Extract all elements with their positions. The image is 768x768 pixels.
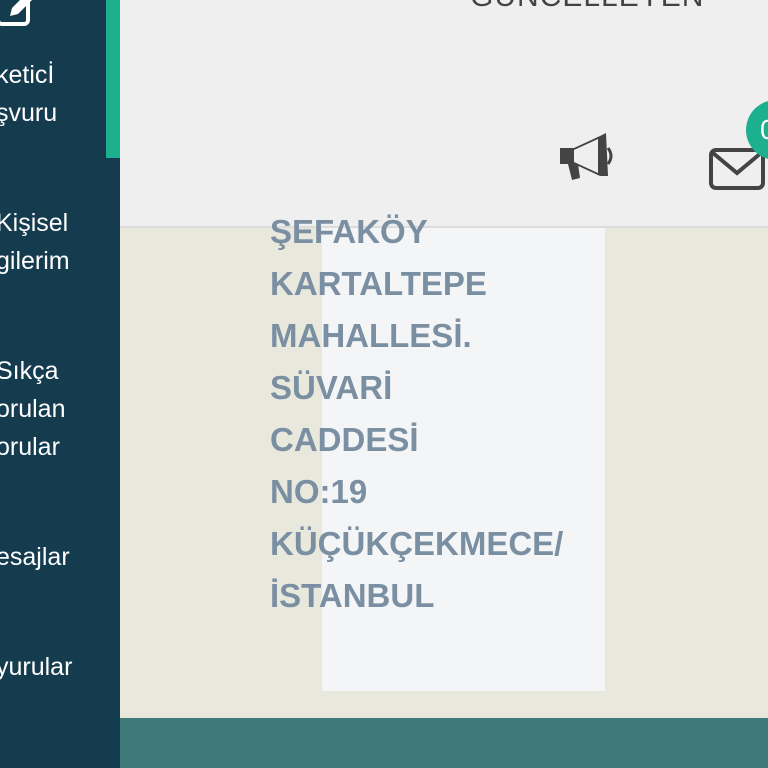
sidebar-item-label: yurular (0, 653, 73, 681)
sidebar-item-personal-info[interactable]: Kişisel gilerim (0, 204, 70, 280)
address-line: İSTANBUL (270, 577, 435, 614)
address-line: KÜÇÜKÇEKMECE/ (270, 525, 564, 562)
address-line: MAHALLESİ. (270, 317, 472, 354)
address-line: NO:19 (270, 473, 368, 510)
megaphone-icon[interactable] (556, 130, 616, 186)
address-line: CADDESİ (270, 421, 419, 458)
address-line: KARTALTEPE (270, 265, 487, 302)
address-line: SÜVARİ (270, 369, 393, 406)
sidebar-item-label: gilerim (0, 247, 70, 275)
sidebar-item-label: orular (0, 433, 60, 461)
sidebar-item-label: şvuru (0, 99, 58, 127)
sidebar-item-messages[interactable]: esajlar (0, 538, 70, 576)
sidebar-item-label: esajlar (0, 543, 70, 571)
page-title: GÜNCELLEYEN (470, 0, 704, 14)
sidebar-item-label: Sıkça (0, 357, 59, 385)
sidebar-item-label: Kişisel (0, 209, 69, 237)
active-indicator (106, 0, 120, 158)
sidebar-item-consumer-application[interactable]: keticİ şvuru (0, 56, 57, 132)
address-text: ŞEFAKÖY KARTALTEPE MAHALLESİ. SÜVARİ CAD… (270, 206, 650, 622)
edit-icon (0, 0, 32, 26)
sidebar: keticİ şvuru Kişisel gilerim Sıkça orula… (0, 0, 120, 768)
footer-bar (120, 718, 768, 768)
header: GÜNCELLEYEN 0 (120, 0, 768, 228)
sidebar-item-faq[interactable]: Sıkça orulan orular (0, 352, 66, 466)
sidebar-item-announcements[interactable]: yurular (0, 648, 72, 686)
sidebar-item-label: orulan (0, 395, 66, 423)
sidebar-item-label: keticİ (0, 61, 55, 89)
address-line: ŞEFAKÖY (270, 213, 428, 250)
